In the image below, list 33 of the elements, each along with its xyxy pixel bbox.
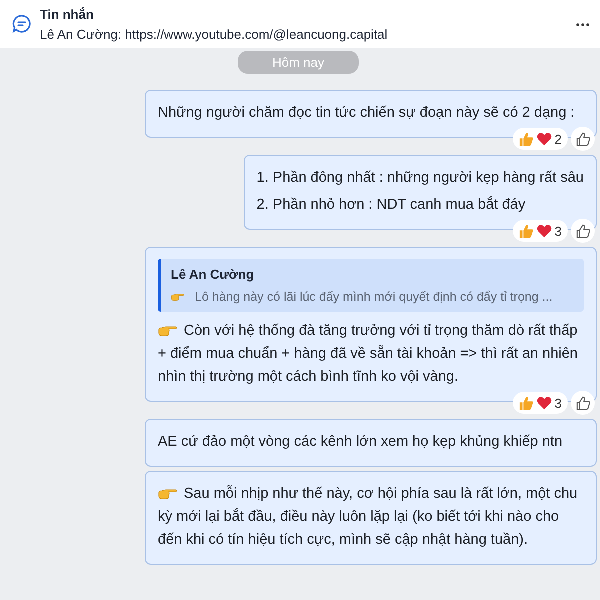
reaction-pill[interactable]: 3 [512, 392, 568, 414]
chat-subtitle: Lê An Cường: https://www.youtube.com/@leancuong.capital [40, 26, 388, 42]
thumbs-up-icon [518, 224, 534, 238]
message-text: AE cứ đảo một vòng các kênh lớn xem họ kẹp khủng khiếp ntn [158, 433, 564, 452]
message-text: 1. Phần đông nhất : những người kẹp hàng rất sâu [256, 169, 584, 188]
like-icon [576, 396, 590, 410]
reaction-pill[interactable]: 3 [512, 220, 568, 242]
message-text: 2. Phần nhỏ hơn : NDT canh mua bắt đáy [256, 195, 527, 215]
like-button[interactable] [571, 127, 595, 151]
reaction-count: 3 [554, 396, 562, 410]
message-text: Những người chăm đọc tin tức chiến sự đoạn này sẽ có 2 dạng : [158, 104, 576, 123]
reaction-count: 2 [554, 132, 562, 146]
pointing-hand-icon [171, 292, 185, 302]
quote-author: Lê An Cường [171, 267, 256, 282]
message-text: Sau mỗi nhịp như thế này, cơ hội phía sau là rất lớn, một chu kỳ mới lại bắt đầu, điều này luôn lặp lại (ko biết tới khi nào cho đến khi có tín hiệu tích cực, mình sẽ cập nhật hàng tuần). [158, 484, 579, 550]
thumbs-up-icon [518, 132, 534, 146]
pointing-hand-icon [158, 488, 178, 500]
pointing-hand-icon [158, 325, 178, 338]
heart-icon [536, 224, 552, 238]
like-icon [576, 224, 590, 238]
message-text: Còn với hệ thống đà tăng trưởng với tỉ trọng thăm dò rất thấp + điểm mua chuẩn + hàng đã về sẵn tài khoản => thì rất an nhiên nhìn thị trường một cách bình tĩnh ko vội vàng. [158, 322, 579, 387]
like-button[interactable] [571, 219, 595, 243]
like-button[interactable] [571, 391, 595, 415]
reaction-pill[interactable]: 2 [512, 128, 568, 150]
heart-icon [536, 396, 552, 410]
chat-icon [12, 14, 32, 34]
like-icon [576, 132, 590, 146]
reaction-count: 3 [554, 224, 562, 238]
thumbs-up-icon [518, 396, 534, 410]
date-chip: Hôm nay [238, 51, 359, 74]
quote-text: Lô hàng này có lãi lúc đấy mình mới quyết định có đẩy tỉ trọng ... [171, 290, 574, 304]
chat-title: Tin nhắn [40, 6, 95, 22]
heart-icon [536, 132, 552, 146]
